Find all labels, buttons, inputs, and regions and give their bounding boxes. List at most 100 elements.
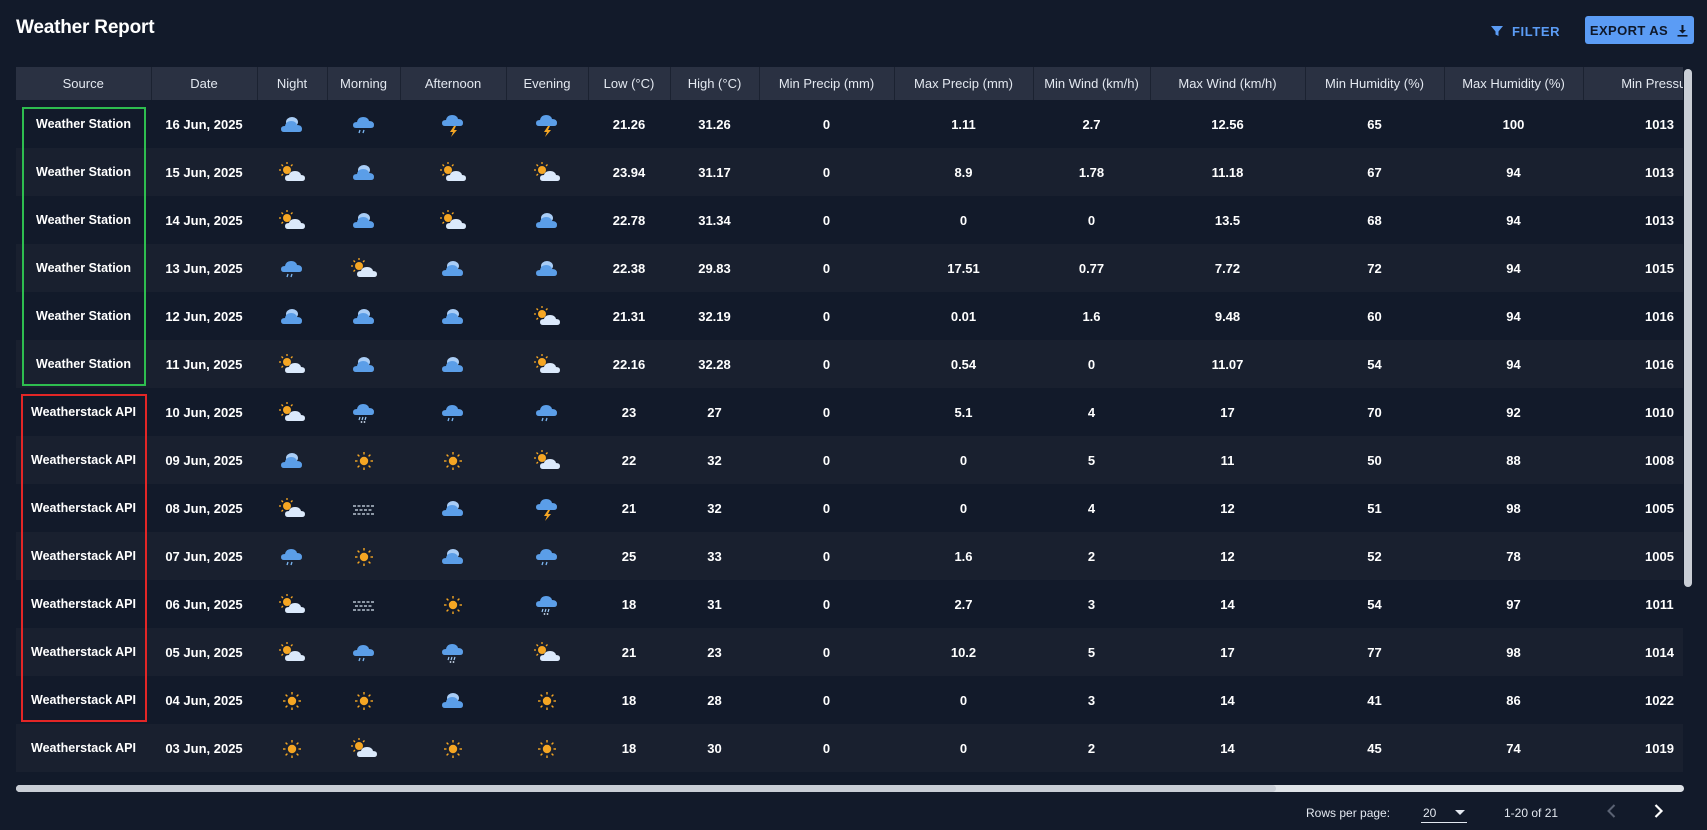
min-press-cell: 1019: [1645, 740, 1674, 756]
filter-button[interactable]: FILTER: [1490, 18, 1560, 44]
sun-icon: [532, 692, 562, 710]
max-hum-cell: 98: [1506, 644, 1521, 660]
min-press-cell: 1016: [1645, 308, 1674, 324]
min-hum-cell: 65: [1367, 116, 1382, 132]
night-weather-cell: [257, 532, 327, 580]
afternoon-weather-cell: [400, 196, 506, 244]
table-row[interactable]: Weather Station 13 Jun, 2025 22.38 29.83 0 17…: [16, 244, 1683, 292]
column-header[interactable]: High (°C): [670, 67, 760, 100]
min-press-cell: 1016: [1645, 356, 1674, 372]
high-cell: 32: [707, 500, 722, 516]
high-cell: 31: [707, 596, 722, 612]
column-header[interactable]: Min Wind (km/h): [1033, 67, 1151, 100]
min-wind-cell: 2: [1087, 548, 1096, 564]
sun-icon: [438, 452, 468, 470]
min-hum-cell: 70: [1367, 404, 1382, 420]
min-precip-cell: 0: [822, 644, 831, 660]
previous-page-button[interactable]: [1600, 799, 1624, 823]
max-hum-cell: [1444, 772, 1583, 782]
column-header[interactable]: Source: [16, 67, 152, 100]
table-row[interactable]: Weatherstack API 09 Jun, 2025 22 32 0 0 5 11 50 8…: [16, 436, 1683, 484]
table-row[interactable]: Weather Station 16 Jun, 2025 21.26 31.26 0 1.…: [16, 100, 1683, 148]
date-cell: 05 Jun, 2025: [165, 644, 243, 660]
table-row[interactable]: [16, 772, 1683, 782]
high-cell: 33: [707, 548, 722, 564]
min-press-cell: 1008: [1645, 452, 1674, 468]
source-cell: Weatherstack API: [31, 549, 136, 563]
column-header[interactable]: Min Pressure: [1583, 67, 1683, 100]
evening-weather-cell: [506, 340, 588, 388]
source-cell: Weatherstack API: [31, 597, 136, 611]
min-wind-cell: 5: [1087, 644, 1096, 660]
rows-per-page-select[interactable]: 20: [1421, 803, 1467, 823]
morning-weather-cell: [327, 532, 400, 580]
table-row[interactable]: Weatherstack API 05 Jun, 2025 21 23 0 10.2 5 17…: [16, 628, 1683, 676]
table-row[interactable]: Weather Station 14 Jun, 2025 22.78 31.34 0 0 0…: [16, 196, 1683, 244]
table-row[interactable]: Weatherstack API 06 Jun, 2025 18 31 0 2.7 3 14 5…: [16, 580, 1683, 628]
min-precip-cell: 0: [822, 164, 831, 180]
table-row[interactable]: Weatherstack API 08 Jun, 2025 21 32 0 0 4 12 51 9…: [16, 484, 1683, 532]
date-cell: 11 Jun, 2025: [165, 356, 243, 372]
min-precip-cell: 0: [822, 404, 831, 420]
high-cell: 27: [707, 404, 722, 420]
min-hum-cell: 72: [1367, 260, 1382, 276]
column-header[interactable]: Low (°C): [588, 67, 671, 100]
min-wind-cell: [1033, 772, 1150, 782]
max-precip-cell: 0: [959, 740, 968, 756]
morning-weather-cell: [327, 436, 400, 484]
table-header-row: Source Date Night Morning Afternoon Evening Lo…: [16, 67, 1683, 100]
max-precip-cell: 0: [959, 452, 968, 468]
vertical-scrollbar[interactable]: [1684, 69, 1692, 587]
high-cell: 31.26: [698, 116, 731, 132]
column-header[interactable]: Morning: [327, 67, 401, 100]
date-cell: 08 Jun, 2025: [165, 500, 243, 516]
rows-per-page-value: 20: [1423, 805, 1437, 820]
max-hum-cell: 74: [1506, 740, 1521, 756]
min-precip-cell: 0: [822, 596, 831, 612]
night-weather-cell: [257, 244, 327, 292]
evening-weather-cell: [506, 772, 588, 782]
column-header[interactable]: Max Humidity (%): [1444, 67, 1584, 100]
table-row[interactable]: Weather Station 15 Jun, 2025 23.94 31.17 0 8.…: [16, 148, 1683, 196]
rows-per-page-label: Rows per page:: [1306, 806, 1391, 820]
min-press-cell: 1013: [1645, 116, 1674, 132]
min-wind-cell: 4: [1087, 500, 1096, 516]
column-header[interactable]: Evening: [506, 67, 589, 100]
column-header[interactable]: Min Precip (mm): [759, 67, 895, 100]
afternoon-weather-cell: [400, 484, 506, 532]
table-row[interactable]: Weatherstack API 07 Jun, 2025 25 33 0 1.6 2 12 5…: [16, 532, 1683, 580]
next-page-button[interactable]: [1646, 799, 1670, 823]
column-header[interactable]: Night: [257, 67, 328, 100]
max-wind-cell: 14: [1220, 740, 1235, 756]
low-cell: [588, 772, 670, 782]
column-header[interactable]: Max Precip (mm): [894, 67, 1034, 100]
sun-icon: [532, 740, 562, 758]
min-press-cell: 1013: [1645, 212, 1674, 228]
min-wind-cell: 5: [1087, 452, 1096, 468]
partly-cloudy-icon: [277, 642, 307, 661]
min-press-cell: 1015: [1645, 260, 1674, 276]
table-row[interactable]: Weatherstack API 04 Jun, 2025 18 28 0 0 3 14 41 8…: [16, 676, 1683, 724]
max-hum-cell: 98: [1506, 500, 1521, 516]
horizontal-scrollbar-thumb[interactable]: [16, 785, 1276, 792]
export-as-button[interactable]: EXPORT AS: [1585, 16, 1694, 44]
table-row[interactable]: Weather Station 11 Jun, 2025 22.16 32.28 0 0.…: [16, 340, 1683, 388]
cloud-icon: [277, 116, 307, 132]
min-hum-cell: 41: [1367, 692, 1382, 708]
max-precip-cell: 0: [959, 212, 968, 228]
high-cell: 31.34: [698, 212, 731, 228]
low-cell: 18: [621, 692, 637, 708]
sun-icon: [349, 692, 379, 710]
table-row[interactable]: Weatherstack API 10 Jun, 2025 23 27 0 5.1 4 17 7…: [16, 388, 1683, 436]
weather-table-container[interactable]: Source Date Night Morning Afternoon Evening Lo…: [16, 67, 1683, 782]
pagination-footer: Rows per page: 20 1-20 of 21: [0, 795, 1707, 830]
column-header[interactable]: Afternoon: [400, 67, 507, 100]
column-header[interactable]: Max Wind (km/h): [1150, 67, 1306, 100]
table-row[interactable]: Weather Station 12 Jun, 2025 21.31 32.19 0 0.…: [16, 292, 1683, 340]
afternoon-weather-cell: [400, 340, 506, 388]
night-weather-cell: [257, 580, 327, 628]
table-row[interactable]: Weatherstack API 03 Jun, 2025 18 30 0 0 2 14 45 7…: [16, 724, 1683, 772]
min-hum-cell: 51: [1367, 500, 1382, 516]
column-header[interactable]: Date: [151, 67, 258, 100]
column-header[interactable]: Min Humidity (%): [1305, 67, 1445, 100]
